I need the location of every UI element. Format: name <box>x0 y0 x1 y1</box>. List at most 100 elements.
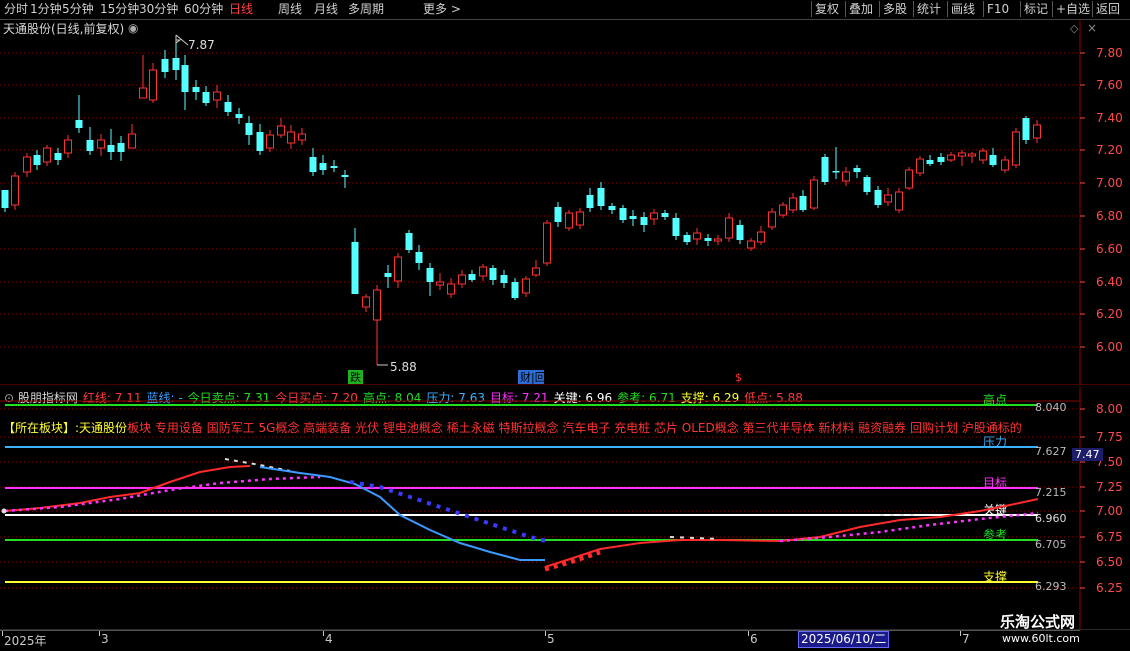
toolbar-button-5[interactable]: F10 <box>983 1 1012 17</box>
start-marker <box>1 508 7 514</box>
period-tab-0[interactable]: 分时 <box>4 2 28 17</box>
candle-body <box>532 267 540 276</box>
candle-body <box>43 147 51 163</box>
level-value: 8.040 <box>1035 401 1067 414</box>
candle-body <box>522 278 530 294</box>
candle-body <box>597 188 605 206</box>
level-value: 6.293 <box>1035 580 1067 593</box>
period-tab-8[interactable]: 月线 <box>314 2 338 17</box>
candle-body <box>468 274 476 280</box>
price-axis-label: 7.20 <box>1096 143 1123 157</box>
price-axis-label: 7.60 <box>1096 78 1123 92</box>
period-tab-3[interactable]: 15分钟 <box>100 2 139 17</box>
candle-body <box>277 125 285 136</box>
date-tick <box>323 631 324 636</box>
candle-body <box>181 65 189 92</box>
candlestick-chart[interactable]: 7.87 5.88 跌 财|回 $ <box>0 20 1130 385</box>
blue-line <box>259 466 545 561</box>
toolbar-button-0[interactable]: 复权 <box>811 1 842 17</box>
toolbar-button-7[interactable]: +自选 <box>1052 1 1093 17</box>
sector-list: 板块 专用设备 国防军工 5G概念 高端装备 光伏 锂电池概念 稀土永磁 特斯拉… <box>127 421 1022 435</box>
candle-body <box>97 139 105 149</box>
sector-stock: 天通股份 <box>79 421 128 435</box>
date-tick <box>748 631 749 636</box>
toolbar-button-8[interactable]: 返回 <box>1092 1 1123 17</box>
candle-body <box>725 217 733 239</box>
toolbar-button-1[interactable]: 叠加 <box>845 1 876 17</box>
candle-body <box>149 69 157 101</box>
sector-line: 【所在板块】:天通股份板块 专用设备 国防军工 5G概念 高端装备 光伏 锂电池… <box>3 419 1022 436</box>
candle-body <box>351 242 359 294</box>
candle-body <box>128 133 136 149</box>
candle-body <box>863 177 871 192</box>
period-tab-9[interactable]: 多周期 <box>348 2 384 17</box>
price-axis-label: 6.80 <box>1096 209 1123 223</box>
candle-body <box>86 140 94 151</box>
date-tick <box>960 631 961 636</box>
candle-body <box>905 169 913 189</box>
candle-body <box>968 153 976 157</box>
candle-body <box>554 207 562 222</box>
candle-body <box>937 157 945 162</box>
period-tab-2[interactable]: 5分钟 <box>62 2 94 17</box>
candle-body <box>245 123 253 135</box>
candle-body <box>714 238 722 242</box>
candle-body <box>436 281 444 286</box>
candle-body <box>810 179 818 209</box>
candle-body <box>23 156 31 173</box>
candle-body <box>447 283 455 295</box>
candle-body <box>779 204 787 216</box>
toolbar-button-4[interactable]: 画线 <box>947 1 978 17</box>
high-label: 7.87 <box>188 38 215 52</box>
red-line-right <box>544 498 1039 568</box>
candle-body <box>75 120 83 128</box>
candle-body <box>747 240 755 249</box>
toolbar-button-2[interactable]: 多股 <box>879 1 910 17</box>
candle-body <box>11 175 19 206</box>
level-value: 7.627 <box>1035 445 1067 458</box>
ind-axis-label: 7.75 <box>1096 430 1123 444</box>
candle-body <box>757 231 765 243</box>
period-tab-6[interactable]: 日线 <box>229 2 253 17</box>
current-value-badge: 7.47 <box>1072 448 1103 461</box>
candle-body <box>1033 124 1041 139</box>
candle-body <box>608 206 616 210</box>
candle-body <box>958 152 966 157</box>
period-tab-1[interactable]: 1分钟 <box>30 2 62 17</box>
candle-body <box>266 134 274 149</box>
candle-body <box>394 256 402 282</box>
high-arrow <box>175 39 182 44</box>
candle-body <box>256 132 264 151</box>
toolbar-button-6[interactable]: 标记 <box>1020 1 1051 17</box>
candle-body <box>415 252 423 263</box>
candle-body <box>704 238 712 241</box>
ind-axis-label: 7.25 <box>1096 480 1123 494</box>
candle-body <box>500 275 508 283</box>
date-label: 6 <box>750 632 758 646</box>
sector-prefix: 【所在板块】: <box>3 421 80 435</box>
event-badge-text: 财|回 <box>520 370 546 384</box>
candle-body <box>576 211 584 226</box>
ind-axis-label: 8.00 <box>1096 402 1123 416</box>
red-dots <box>544 549 601 572</box>
candle-body <box>989 155 997 165</box>
candle-body <box>979 150 987 161</box>
candle-body <box>319 163 327 170</box>
candle-body <box>373 289 381 321</box>
level-label: 参考 <box>983 527 1007 542</box>
date-label: 7 <box>962 632 970 646</box>
period-tab-7[interactable]: 周线 <box>278 2 302 17</box>
blue-dots <box>349 480 551 544</box>
toolbar-button-3[interactable]: 统计 <box>913 1 944 17</box>
date-label: 4 <box>325 632 333 646</box>
price-axis-label: 7.00 <box>1096 176 1123 190</box>
candle-body <box>1012 131 1020 166</box>
period-tab-4[interactable]: 30分钟 <box>139 2 178 17</box>
candle-body <box>287 131 295 144</box>
period-tab-5[interactable]: 60分钟 <box>184 2 223 17</box>
ind-axis-label: 6.25 <box>1096 581 1123 595</box>
candle-body <box>192 87 200 92</box>
period-tab-10[interactable]: 更多 > <box>423 2 461 17</box>
candle-body <box>789 197 797 211</box>
price-axis-label: 6.60 <box>1096 242 1123 256</box>
